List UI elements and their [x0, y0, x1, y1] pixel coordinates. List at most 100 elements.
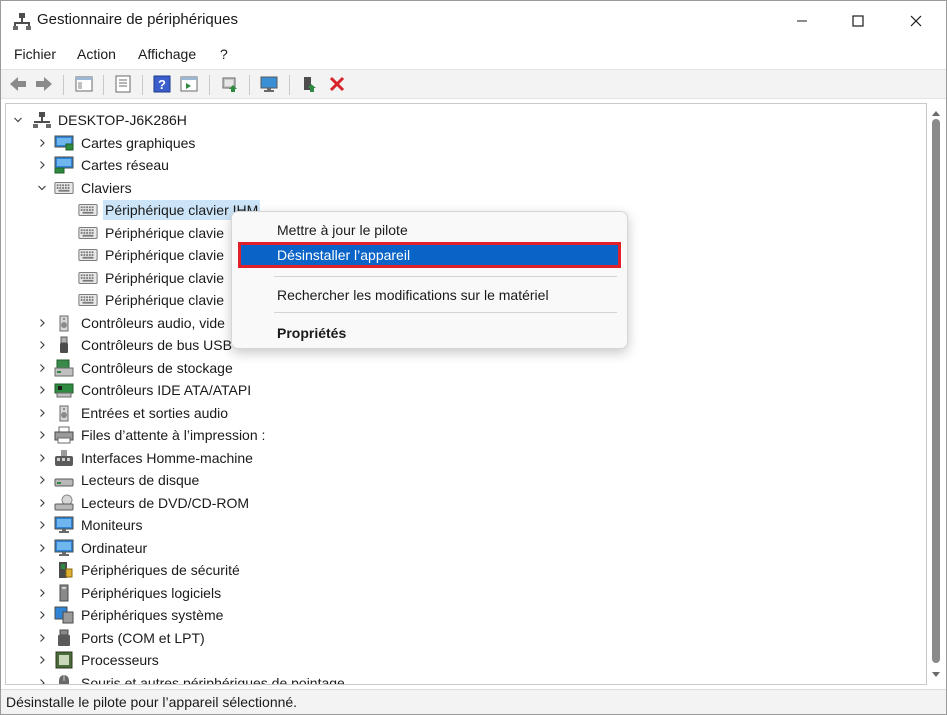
chevron-right-icon[interactable] — [36, 137, 48, 149]
toolbar: ? — [1, 69, 946, 99]
action-pane-button[interactable] — [178, 73, 200, 95]
chevron-right-icon[interactable] — [36, 474, 48, 486]
tree-item-label: Contrôleurs audio, vide — [81, 314, 225, 331]
toolbar-separator — [63, 75, 64, 95]
tree-category-row[interactable]: Claviers — [6, 177, 906, 199]
minimize-button[interactable] — [779, 1, 825, 41]
ctx-scan-hardware[interactable]: Rechercher les modifications sur le maté… — [238, 282, 621, 308]
tree-category-row[interactable]: Ordinateur — [6, 537, 906, 559]
properties-icon — [115, 75, 131, 93]
tree-item-label: Claviers — [81, 179, 132, 196]
scroll-down-button[interactable] — [928, 669, 944, 681]
uninstall-device-toolbar-button[interactable] — [326, 73, 348, 95]
tree-category-row[interactable]: Ports (COM et LPT) — [6, 627, 906, 649]
scrollbar-thumb[interactable] — [932, 119, 940, 663]
monitor-icon — [54, 516, 74, 534]
speaker-icon — [54, 314, 74, 332]
tree-category-row[interactable]: Périphériques système — [6, 604, 906, 626]
tree-item-label: Périphériques système — [81, 607, 224, 623]
chevron-down-icon[interactable] — [12, 114, 24, 126]
chevron-right-icon[interactable] — [36, 497, 48, 509]
keyboard-icon — [78, 201, 98, 219]
forward-button[interactable] — [33, 73, 55, 95]
chevron-right-icon[interactable] — [36, 587, 48, 599]
chevron-right-icon[interactable] — [36, 654, 48, 666]
ctx-update-driver[interactable]: Mettre à jour le pilote — [238, 217, 621, 243]
tree-category-row[interactable]: Contrôleurs IDE ATA/ATAPI — [6, 379, 906, 401]
ctx-uninstall-device[interactable]: Désinstaller l’appareil — [238, 242, 621, 268]
chevron-down-icon[interactable] — [36, 182, 48, 194]
svg-text:?: ? — [158, 77, 166, 92]
ide-controller-icon — [54, 381, 74, 399]
tree-category-row[interactable]: Entrées et sorties audio — [6, 402, 906, 424]
tree-item-label: Lecteurs de disque — [81, 472, 200, 488]
action-pane-icon — [180, 76, 198, 92]
tree-category-row[interactable]: Lecteurs de disque — [6, 469, 906, 491]
properties-toolbar-button[interactable] — [112, 73, 134, 95]
device-tree[interactable]: DESKTOP-J6K286H Cartes graphiques Cartes … — [5, 103, 927, 685]
menu-bar: Fichier Action Affichage ? — [1, 43, 946, 67]
chevron-right-icon[interactable] — [36, 339, 48, 351]
update-driver-icon — [222, 77, 237, 92]
tree-category-row[interactable]: Processeurs — [6, 649, 906, 671]
help-toolbar-button[interactable]: ? — [151, 73, 173, 95]
tree-item-label: Cartes graphiques — [81, 134, 196, 151]
back-button[interactable] — [7, 73, 29, 95]
chevron-right-icon[interactable] — [36, 407, 48, 419]
scan-hardware-icon — [260, 76, 278, 92]
tree-category-row[interactable]: Périphériques de sécurité — [6, 559, 906, 581]
chevron-right-icon[interactable] — [36, 429, 48, 441]
chevron-right-icon[interactable] — [36, 159, 48, 171]
tree-item-label: Ordinateur — [81, 539, 148, 556]
chevron-right-icon[interactable] — [36, 564, 48, 576]
menu-action[interactable]: Action — [77, 46, 116, 62]
chevron-right-icon[interactable] — [36, 677, 48, 684]
printer-icon — [54, 426, 74, 444]
tree-item-label: Périphérique clavie — [105, 292, 225, 308]
tree-category-row[interactable]: Lecteurs de DVD/CD-ROM — [6, 492, 906, 514]
close-button[interactable] — [893, 1, 939, 41]
menu-help[interactable]: ? — [220, 46, 228, 62]
vertical-scrollbar[interactable] — [928, 103, 944, 685]
tree-category-row[interactable]: Interfaces Homme-machine — [6, 447, 906, 469]
maximize-icon — [852, 15, 864, 27]
software-device-icon — [54, 584, 74, 602]
tree-item-label: Périphérique clavie — [105, 247, 225, 263]
tree-item-label: Périphériques de sécurité — [81, 562, 240, 578]
chevron-right-icon[interactable] — [36, 632, 48, 644]
tree-category-row[interactable]: Cartes réseau — [6, 154, 906, 176]
scan-hardware-toolbar-button[interactable] — [258, 73, 280, 95]
tree-item-label: Entrées et sorties audio — [81, 404, 229, 421]
keyboard-icon — [78, 291, 98, 309]
maximize-button[interactable] — [835, 1, 881, 41]
tree-category-row[interactable]: Souris et autres périphériques de pointa… — [6, 672, 906, 684]
menu-fichier[interactable]: Fichier — [14, 46, 56, 62]
window-title: Gestionnaire de périphériques — [37, 11, 238, 28]
tree-category-row[interactable]: Cartes graphiques — [6, 132, 906, 154]
tree-item-label: Périphériques logiciels — [81, 584, 222, 601]
tree-category-row[interactable]: Moniteurs — [6, 514, 906, 536]
keyboard-icon — [78, 269, 98, 287]
tree-category-row[interactable]: Contrôleurs de stockage — [6, 357, 906, 379]
tree-item-label: Périphérique clavie — [105, 269, 225, 286]
tree-item-label: Contrôleurs de bus USB — [81, 337, 232, 353]
chevron-right-icon[interactable] — [36, 452, 48, 464]
chevron-right-icon[interactable] — [36, 384, 48, 396]
update-driver-toolbar-button[interactable] — [219, 73, 241, 95]
chevron-right-icon[interactable] — [36, 542, 48, 554]
tree-category-row[interactable]: Files d’attente à l’impression : — [6, 424, 906, 446]
tree-root-row[interactable]: DESKTOP-J6K286H — [6, 109, 906, 131]
ctx-properties[interactable]: Propriétés — [238, 320, 621, 346]
menu-affichage[interactable]: Affichage — [138, 46, 196, 62]
chevron-right-icon[interactable] — [36, 609, 48, 621]
tree-category-row[interactable]: Périphériques logiciels — [6, 582, 906, 604]
delete-x-icon — [329, 76, 345, 92]
chevron-right-icon[interactable] — [36, 519, 48, 531]
network-adapter-icon — [54, 156, 74, 174]
scroll-up-button[interactable] — [928, 107, 944, 119]
chevron-right-icon[interactable] — [36, 362, 48, 374]
tree-item-label: Cartes réseau — [81, 157, 169, 173]
chevron-right-icon[interactable] — [36, 317, 48, 329]
enable-device-toolbar-button[interactable] — [298, 73, 320, 95]
show-hide-console-tree-button[interactable] — [73, 73, 95, 95]
